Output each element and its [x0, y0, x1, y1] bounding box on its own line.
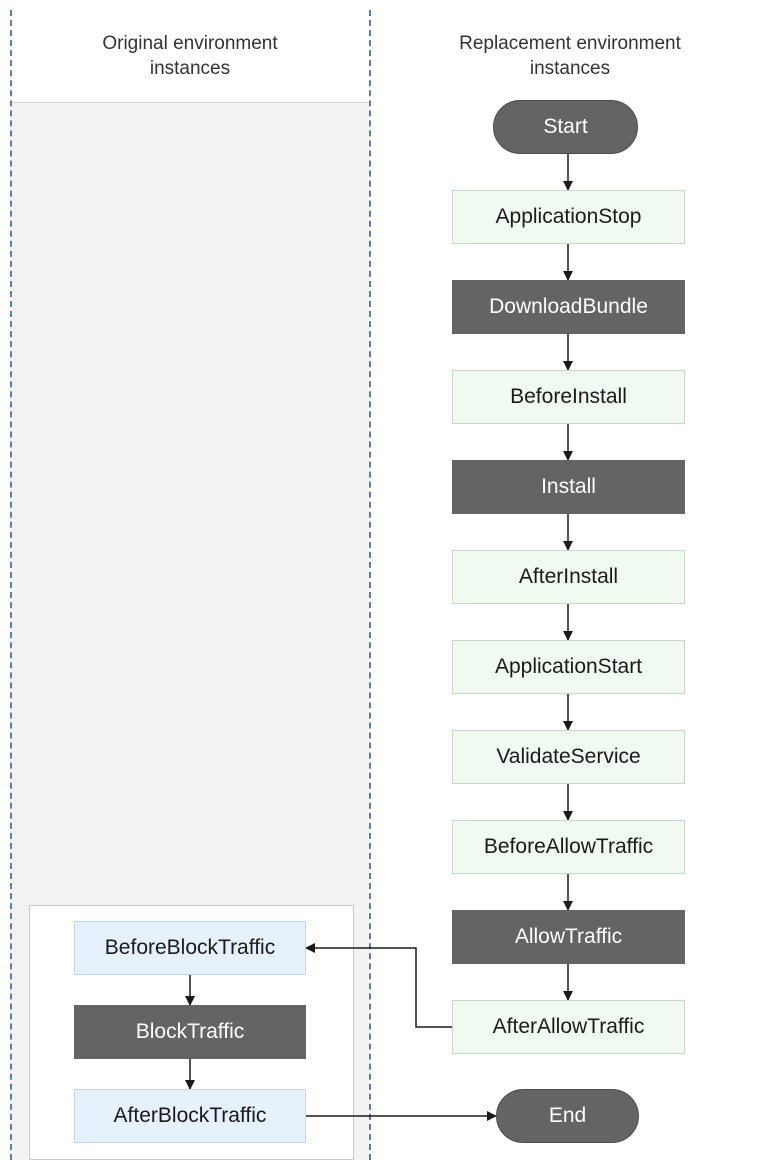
replacement-lane-title: Replacement environment instances: [400, 31, 740, 81]
end-node[interactable]: End: [496, 1089, 639, 1143]
replacement-lane-title-line1: Replacement environment: [459, 33, 681, 54]
before-allow-traffic-node[interactable]: BeforeAllowTraffic: [452, 820, 685, 874]
original-lane-title-line2: instances: [149, 58, 231, 79]
after-block-traffic-node[interactable]: AfterBlockTraffic: [74, 1089, 306, 1143]
after-install-node[interactable]: AfterInstall: [452, 550, 685, 604]
lane-left-border: [10, 10, 12, 1160]
install-node[interactable]: Install: [452, 460, 685, 514]
original-lane-header-separator: [11, 102, 369, 103]
start-node[interactable]: Start: [493, 100, 638, 154]
after-allow-traffic-node[interactable]: AfterAllowTraffic: [452, 1000, 685, 1054]
application-start-node[interactable]: ApplicationStart: [452, 640, 685, 694]
before-block-traffic-node[interactable]: BeforeBlockTraffic: [74, 921, 306, 975]
block-traffic-node[interactable]: BlockTraffic: [74, 1005, 306, 1059]
original-lane-title: Original environment instances: [11, 31, 369, 81]
replacement-lane-title-line2: instances: [529, 58, 611, 79]
application-stop-node[interactable]: ApplicationStop: [452, 190, 685, 244]
lane-divider: [369, 10, 371, 1160]
original-lane-title-line1: Original environment: [102, 33, 278, 54]
before-install-node[interactable]: BeforeInstall: [452, 370, 685, 424]
allow-traffic-node[interactable]: AllowTraffic: [452, 910, 685, 964]
download-bundle-node[interactable]: DownloadBundle: [452, 280, 685, 334]
validate-service-node[interactable]: ValidateService: [452, 730, 685, 784]
